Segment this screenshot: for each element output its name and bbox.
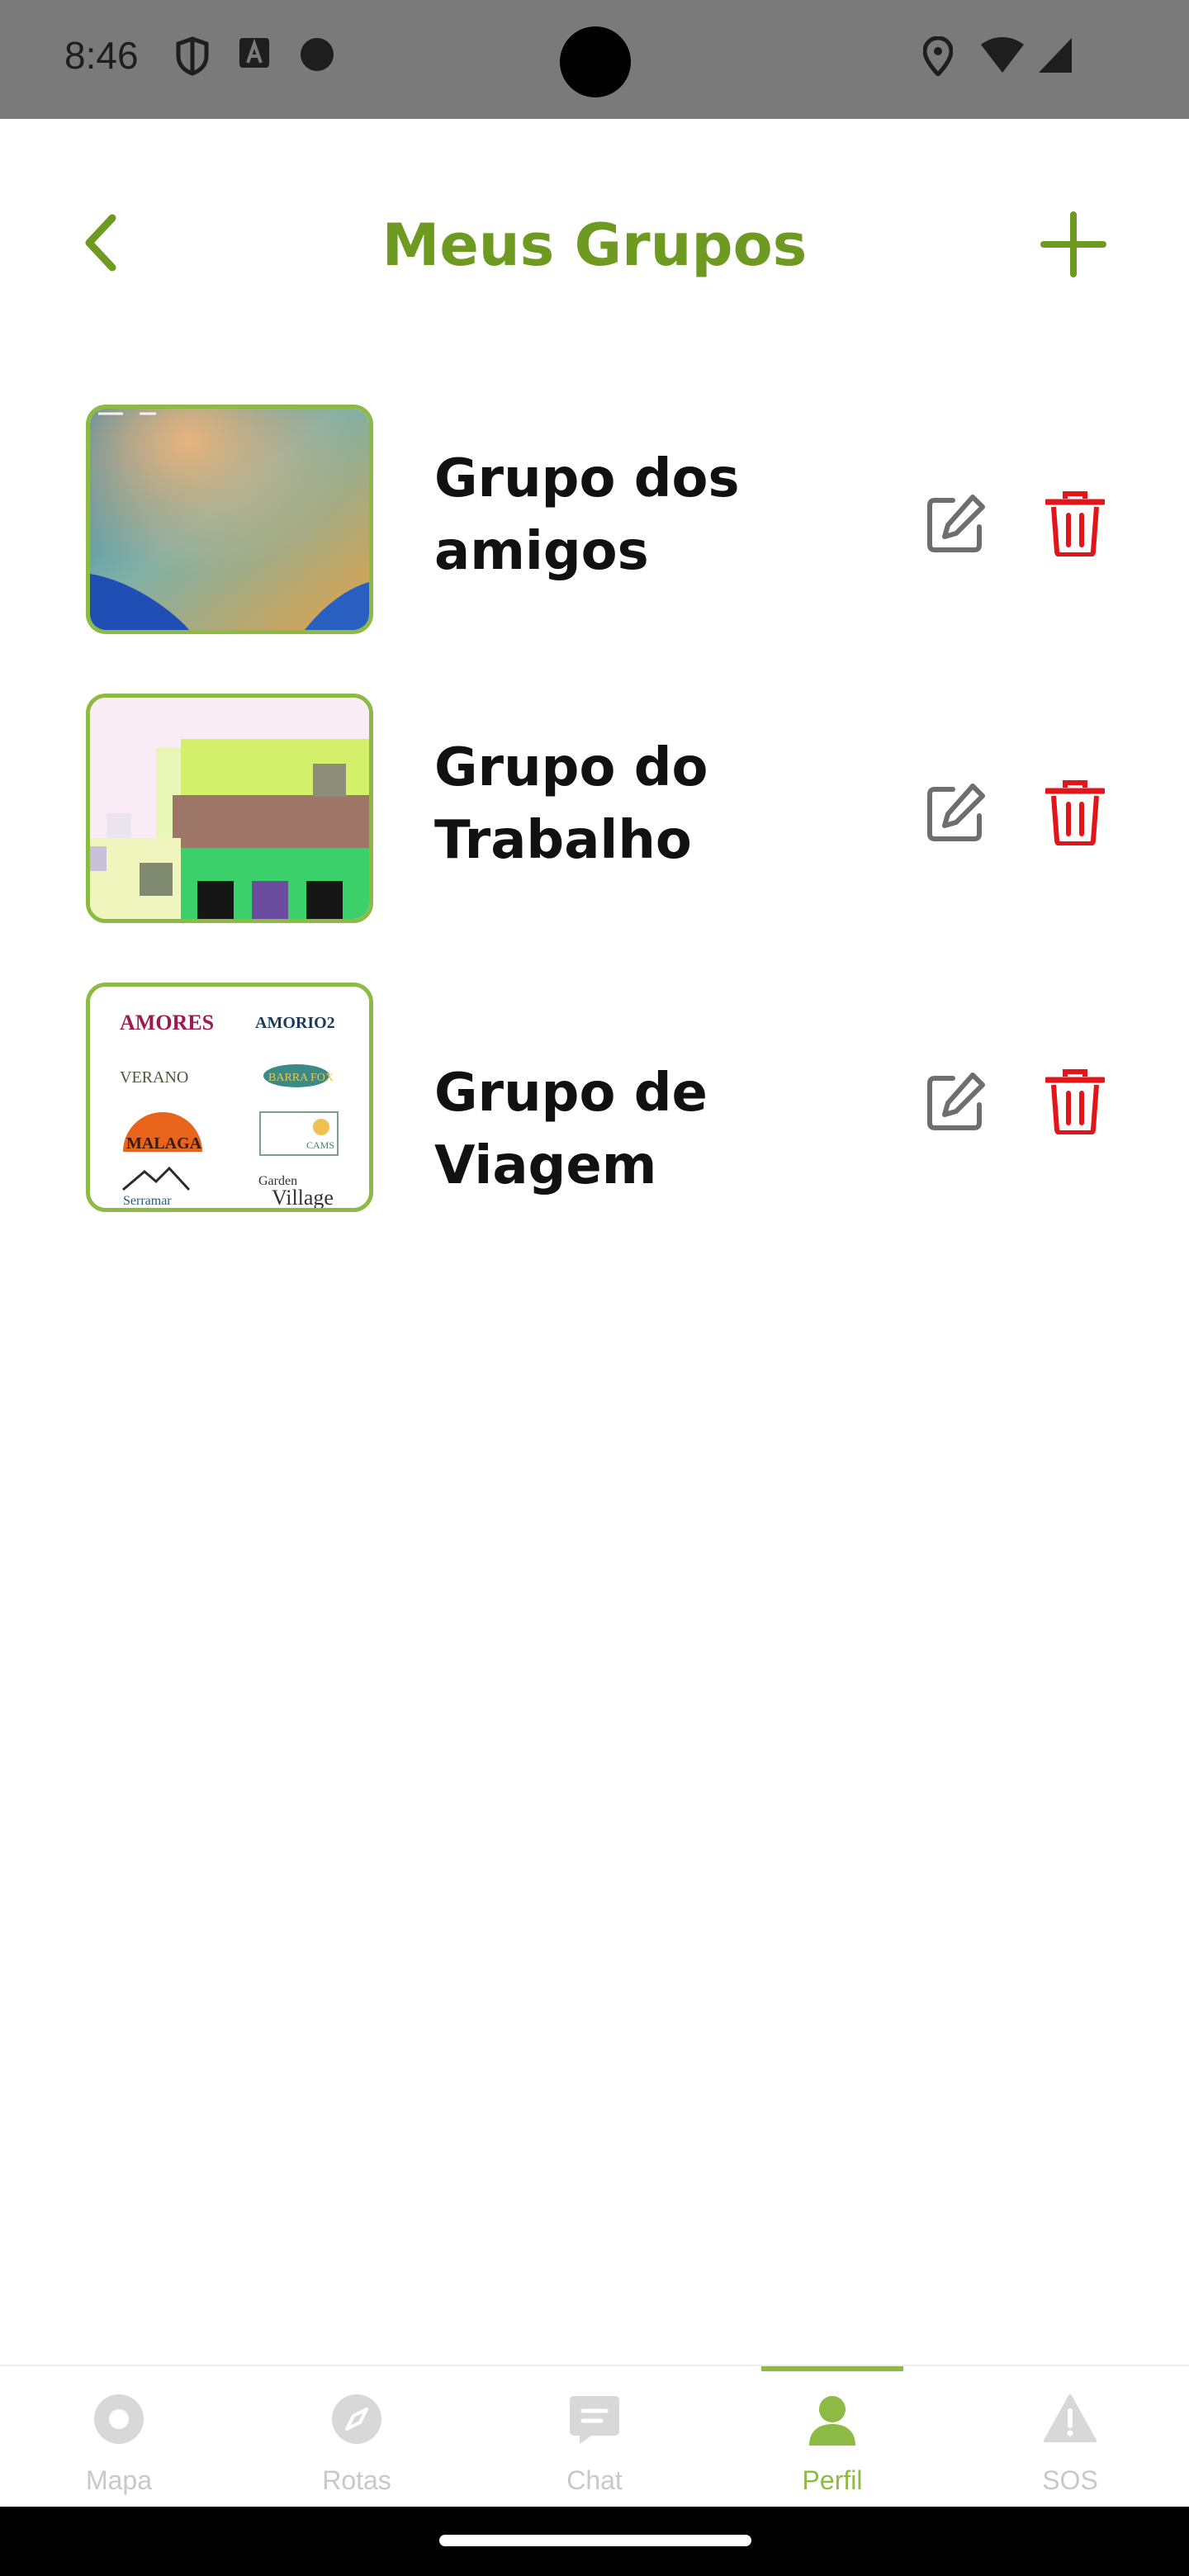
logos-collage-image: AMORES AMORIO2 VERANO BARRA FOX MALAGA C…	[90, 987, 369, 1208]
logo-text: VERANO	[120, 1068, 188, 1087]
logo-text: BARRA FOX	[268, 1072, 334, 1084]
group-thumbnail[interactable]	[86, 405, 373, 634]
logo-text: AMORIO2	[255, 1014, 335, 1032]
group-name: Grupo do Trabalho	[434, 732, 905, 877]
warning-icon	[1044, 2394, 1097, 2442]
font-a-icon	[239, 38, 269, 68]
logo-text: AMORES	[120, 1011, 214, 1035]
group-thumbnail[interactable]	[86, 694, 373, 923]
nav-item-sos[interactable]: SOS	[951, 2366, 1189, 2508]
dot-icon	[301, 38, 334, 71]
person-icon	[809, 2396, 855, 2446]
group-item[interactable]: Grupo dos amigos	[0, 405, 1189, 644]
nav-label: SOS	[1042, 2465, 1098, 2495]
location-icon	[923, 36, 953, 76]
edit-button[interactable]	[925, 1070, 988, 1133]
group-name-line: Grupo dos	[434, 448, 740, 509]
header: Meus Grupos	[0, 119, 1189, 375]
group-name-line: Grupo do	[434, 737, 708, 798]
nav-item-mapa[interactable]: Mapa	[0, 2366, 238, 2508]
nav-item-rotas[interactable]: Rotas	[238, 2366, 476, 2508]
bottom-nav: Mapa Rotas Chat Perfil SOS	[0, 2365, 1189, 2508]
wallpaper-image	[90, 409, 369, 630]
page-title: Meus Grupos	[381, 211, 808, 279]
map-pin-icon	[94, 2394, 144, 2444]
shield-icon	[176, 36, 209, 76]
logo-text: MALAGA	[126, 1134, 202, 1153]
delete-button[interactable]	[1045, 490, 1105, 556]
delete-button[interactable]	[1045, 779, 1105, 845]
signal-icon	[1039, 38, 1072, 73]
logo-text: CAMS	[306, 1139, 334, 1151]
wifi-icon	[981, 37, 1024, 73]
group-name-line: Trabalho	[434, 810, 692, 871]
group-name: Grupo dos amigos	[434, 443, 905, 588]
group-item[interactable]: Grupo do Trabalho	[0, 694, 1189, 933]
status-bar: 8:46	[0, 0, 1189, 119]
edit-button[interactable]	[925, 781, 988, 844]
chat-icon	[570, 2396, 619, 2444]
nav-label: Mapa	[85, 2465, 153, 2495]
nav-label: Rotas	[322, 2465, 391, 2495]
nav-label: Perfil	[802, 2465, 863, 2495]
active-tab-indicator	[761, 2366, 903, 2371]
nav-label: Chat	[566, 2465, 623, 2495]
nav-item-perfil[interactable]: Perfil	[713, 2366, 951, 2508]
add-group-button[interactable]	[1039, 210, 1108, 279]
logo-text: Serramar	[123, 1194, 172, 1208]
group-name-line: amigos	[434, 521, 649, 582]
status-time: 8:46	[64, 34, 139, 77]
delete-button[interactable]	[1045, 1068, 1105, 1134]
group-item[interactable]: AMORES AMORIO2 VERANO BARRA FOX MALAGA C…	[0, 983, 1189, 1222]
nav-item-chat[interactable]: Chat	[476, 2366, 713, 2508]
group-name: Grupo de Viagem	[434, 1057, 913, 1202]
edit-button[interactable]	[925, 492, 988, 555]
pixel-art-image	[90, 698, 369, 919]
compass-icon	[332, 2394, 381, 2444]
logo-text: Village	[272, 1186, 334, 1208]
group-thumbnail[interactable]: AMORES AMORIO2 VERANO BARRA FOX MALAGA C…	[86, 983, 373, 1212]
home-gesture-handle[interactable]	[439, 2535, 751, 2546]
camera-cutout	[560, 26, 631, 97]
group-name-line: Grupo de Viagem	[434, 1063, 708, 1196]
